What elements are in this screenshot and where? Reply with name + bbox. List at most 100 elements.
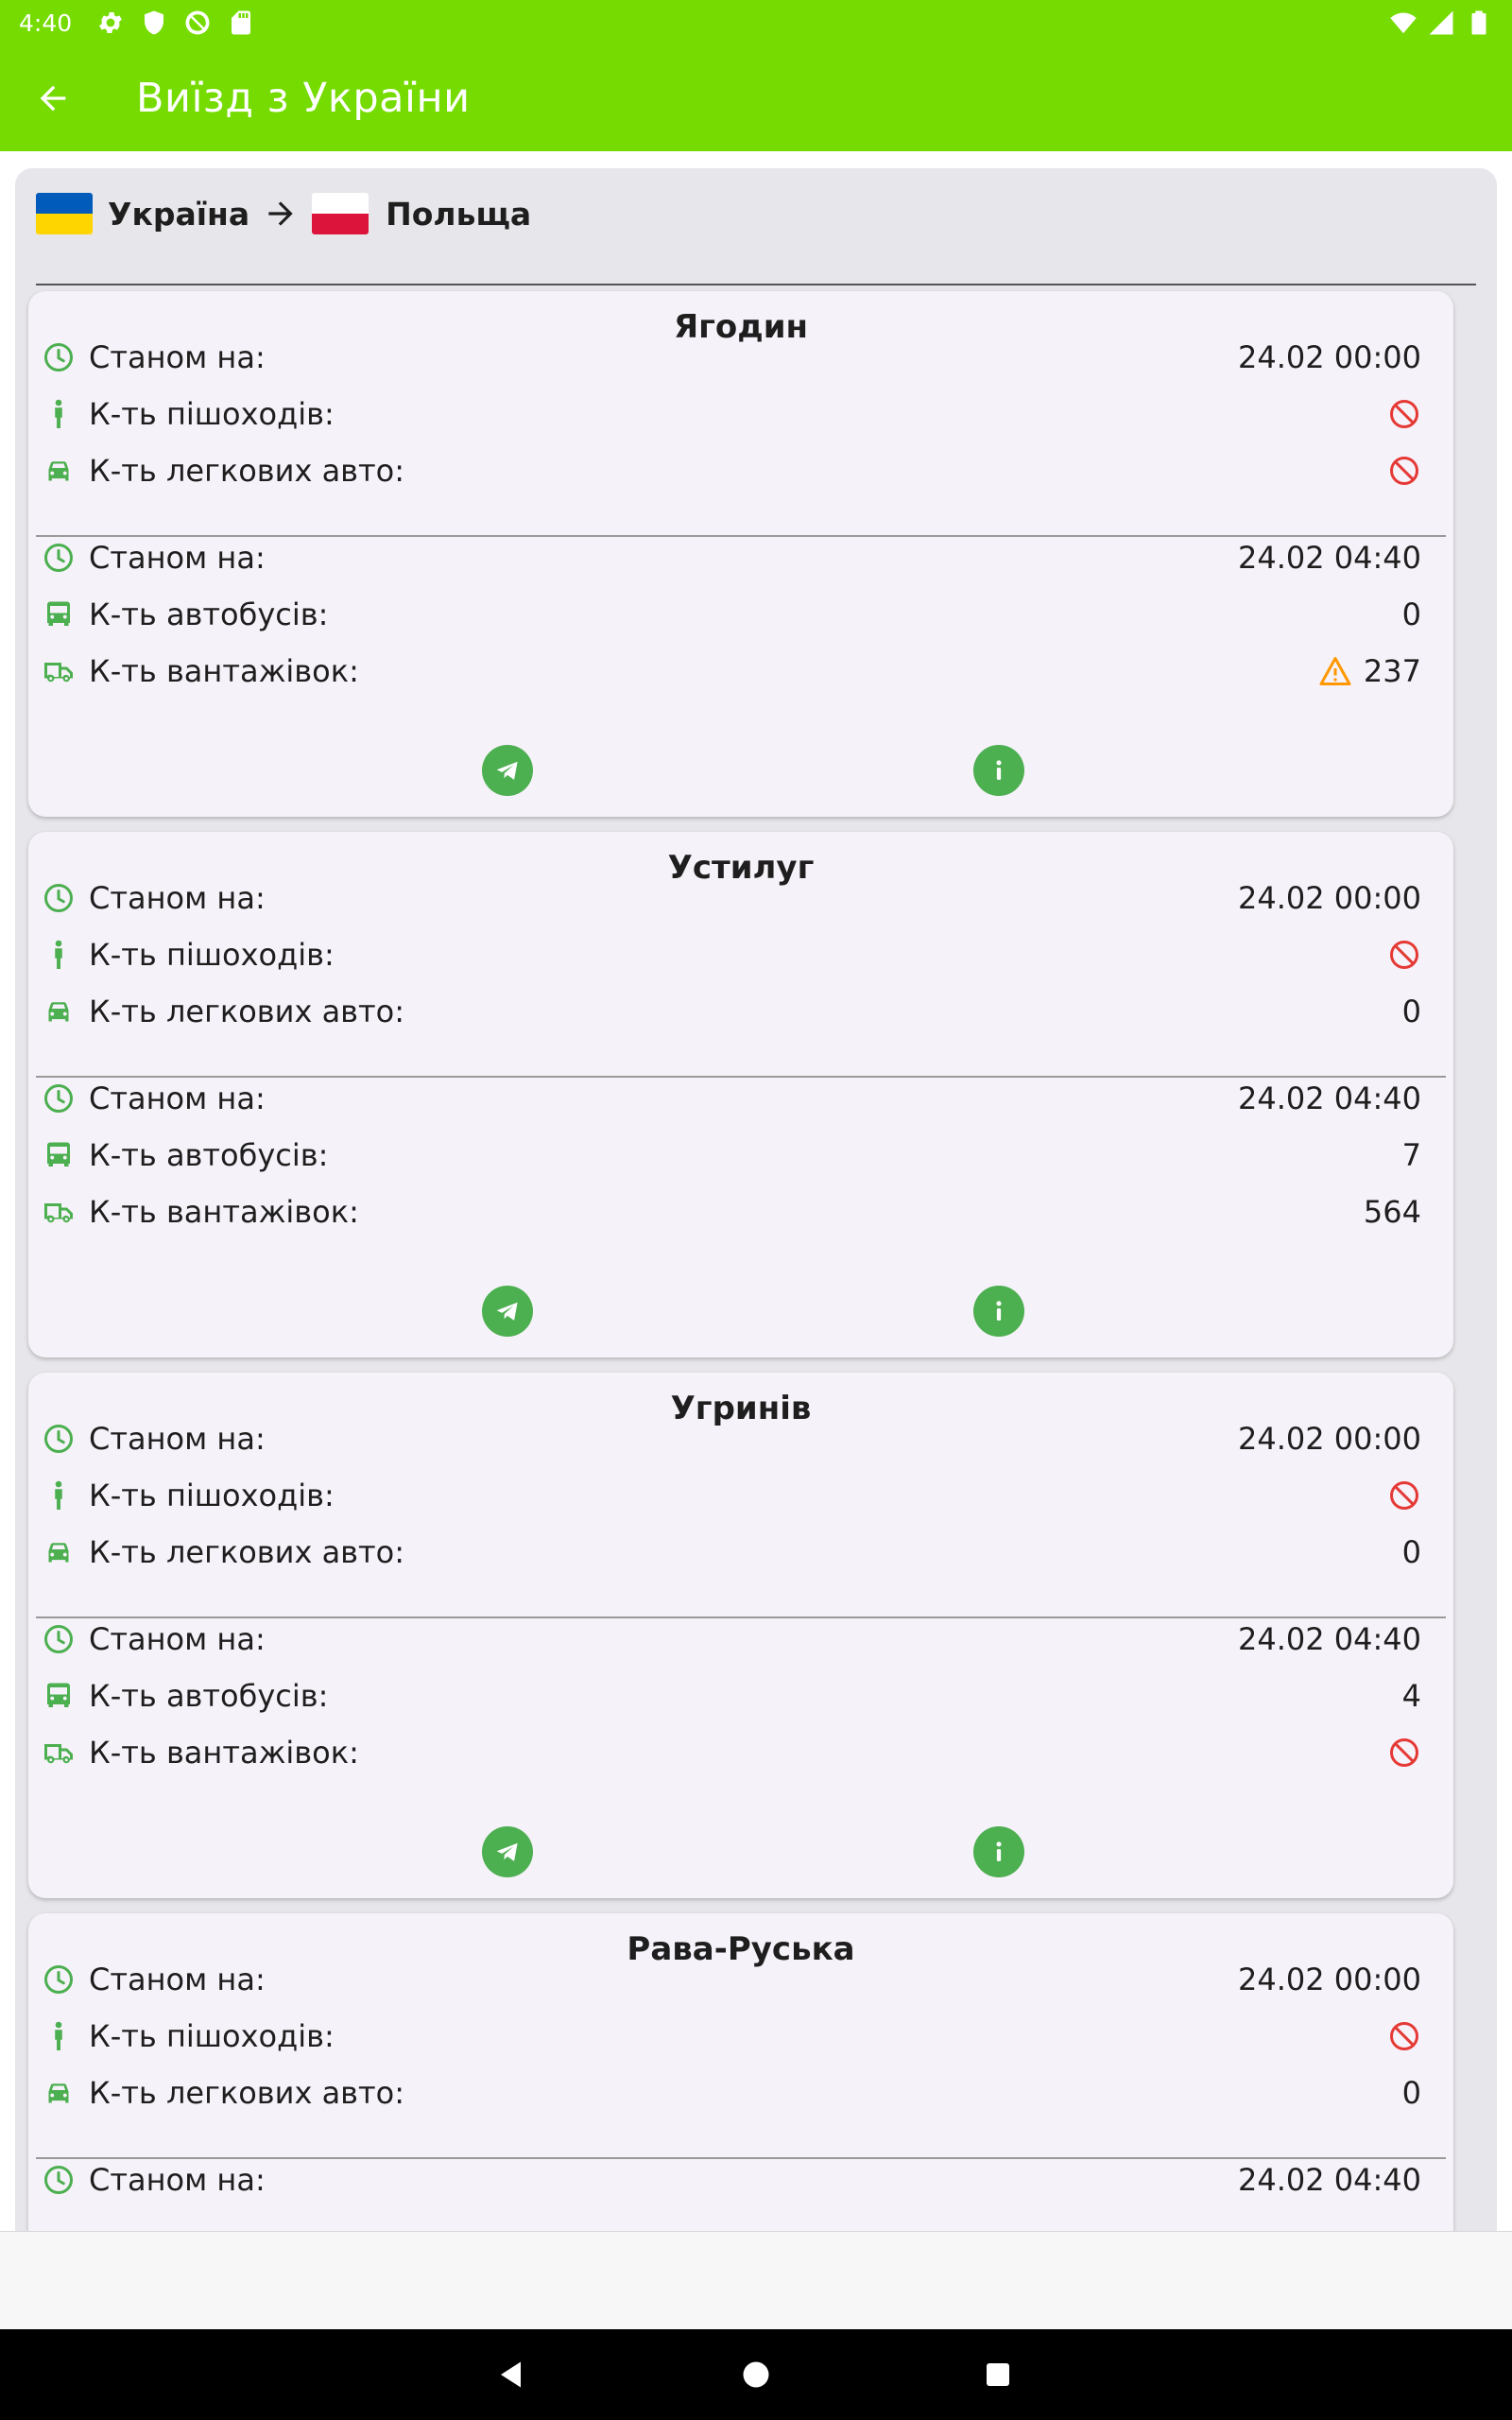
route-header: Україна Польща — [36, 185, 531, 242]
clock-icon — [40, 338, 77, 376]
row-value-wrap — [1387, 454, 1421, 488]
row-value-wrap: 24.02 00:00 — [1238, 1421, 1421, 1457]
telegram-button[interactable] — [482, 1826, 533, 1877]
page-title: Виїзд з України — [136, 75, 471, 122]
back-button[interactable] — [0, 45, 106, 151]
clock-icon — [40, 2161, 77, 2199]
divider — [36, 1076, 1446, 1078]
checkpoint-card: Устилуг Станом на: 24.02 00:00 К-ть пішо… — [28, 832, 1453, 1357]
route-to: Польща — [386, 195, 532, 233]
row-value-wrap — [1387, 1736, 1421, 1770]
row-value-wrap: 0 — [1402, 596, 1421, 632]
row-as-of-2: Станом на: 24.02 04:40 — [40, 1072, 1436, 1125]
row-label: Станом на: — [89, 2162, 266, 2198]
divider — [36, 2157, 1446, 2159]
row-value-wrap: 7 — [1402, 1137, 1421, 1173]
info-icon — [983, 1295, 1015, 1327]
row-value-wrap: 564 — [1364, 1194, 1421, 1230]
blocked-icon — [1387, 1478, 1421, 1512]
row-value-wrap: 24.02 04:40 — [1238, 2162, 1421, 2198]
telegram-button[interactable] — [482, 745, 533, 796]
row-value-wrap — [1387, 2019, 1421, 2053]
row-pedestrians: К-ть пішоходів: — [40, 928, 1436, 981]
row-value: 0 — [1401, 994, 1421, 1029]
flag-stripe — [36, 193, 93, 214]
row-value: 24.02 04:40 — [1238, 540, 1421, 576]
poland-flag-icon — [312, 193, 369, 234]
row-value-wrap: 24.02 00:00 — [1238, 880, 1421, 916]
row-buses: К-ть автобусів: 4 — [40, 1669, 1436, 1722]
row-value-wrap: 24.02 04:40 — [1238, 1621, 1421, 1657]
arrow-right-icon — [263, 196, 299, 232]
row-label: К-ть вантажівок: — [89, 1735, 359, 1771]
row-cars: К-ть легкових авто: 0 — [40, 1526, 1436, 1579]
row-trucks: К-ть вантажівок: 564 — [40, 1185, 1436, 1238]
row-value: 24.02 04:40 — [1238, 1621, 1421, 1657]
main-content[interactable]: Україна Польща Ягодин Станом на: 24.02 0… — [0, 151, 1512, 2231]
row-label: К-ть пішоходів: — [89, 2018, 335, 2054]
info-icon — [983, 1836, 1015, 1868]
nav-recents-button[interactable] — [979, 2356, 1017, 2394]
row-label: К-ть вантажівок: — [89, 1194, 359, 1230]
home-circle-icon — [743, 2361, 769, 2388]
flag-stripe — [36, 214, 93, 234]
car-icon — [40, 993, 77, 1030]
row-value: 24.02 04:40 — [1238, 1080, 1421, 1116]
row-label: К-ть автобусів: — [89, 1137, 329, 1173]
signal-icon — [1429, 10, 1453, 35]
system-nav-bar — [0, 2329, 1512, 2420]
bottom-strip — [0, 2231, 1512, 2329]
row-label: Станом на: — [89, 1621, 266, 1657]
row-label: Станом на: — [89, 339, 266, 375]
row-as-of-2: Станом на: 24.02 04:40 — [40, 2153, 1436, 2206]
row-value-wrap: 237 — [1318, 653, 1421, 689]
bus-icon — [40, 1136, 77, 1174]
status-icons — [96, 9, 255, 37]
divider — [36, 535, 1446, 537]
app-bar: Виїзд з України — [0, 45, 1512, 151]
status-bar: 4:40 — [0, 0, 1512, 45]
row-value: 7 — [1401, 1137, 1421, 1173]
row-value: 24.02 00:00 — [1238, 880, 1421, 916]
status-time: 4:40 — [19, 9, 73, 37]
row-value: 24.02 00:00 — [1238, 1421, 1421, 1457]
telegram-icon — [491, 1836, 524, 1868]
row-value-wrap — [1387, 397, 1421, 431]
row-value-wrap: 24.02 00:00 — [1238, 1962, 1421, 1997]
row-label: К-ть автобусів: — [89, 596, 329, 632]
row-label: Станом на: — [89, 880, 266, 916]
row-cars: К-ть легкових авто: — [40, 444, 1436, 497]
nav-back-button[interactable] — [493, 2356, 531, 2394]
truck-icon — [40, 1193, 77, 1231]
nav-home-button[interactable] — [737, 2356, 775, 2394]
row-pedestrians: К-ть пішоходів: — [40, 388, 1436, 441]
truck-icon — [40, 1734, 77, 1772]
telegram-icon — [491, 1295, 524, 1327]
row-label: К-ть автобусів: — [89, 1678, 329, 1714]
recents-square-icon — [987, 2363, 1009, 2386]
row-value: 24.02 00:00 — [1238, 339, 1421, 375]
row-pedestrians: К-ть пішоходів: — [40, 2010, 1436, 2063]
row-cars: К-ть легкових авто: 0 — [40, 2066, 1436, 2119]
arrow-back-icon — [40, 85, 66, 112]
row-label: К-ть вантажівок: — [89, 653, 359, 689]
info-button[interactable] — [973, 1826, 1024, 1877]
row-value: 0 — [1401, 2075, 1421, 2111]
truck-icon — [40, 652, 77, 690]
row-label: К-ть пішоходів: — [89, 1478, 335, 1513]
row-value-wrap — [1387, 1478, 1421, 1512]
gear-icon — [99, 12, 123, 33]
checkpoint-card: Рава-Руська Станом на: 24.02 00:00 К-ть … — [28, 1913, 1453, 2231]
blocked-icon — [1387, 1736, 1421, 1770]
shield-icon — [145, 10, 164, 35]
row-label: К-ть легкових авто: — [89, 2075, 405, 2111]
row-as-of-1: Станом на: 24.02 00:00 — [40, 331, 1436, 384]
telegram-icon — [491, 754, 524, 786]
info-button[interactable] — [973, 1286, 1024, 1337]
info-button[interactable] — [973, 745, 1024, 796]
row-label: Станом на: — [89, 1962, 266, 1997]
row-value-wrap — [1387, 938, 1421, 972]
telegram-button[interactable] — [482, 1286, 533, 1337]
row-value-wrap: 4 — [1402, 1678, 1421, 1714]
clock-icon — [40, 1620, 77, 1658]
